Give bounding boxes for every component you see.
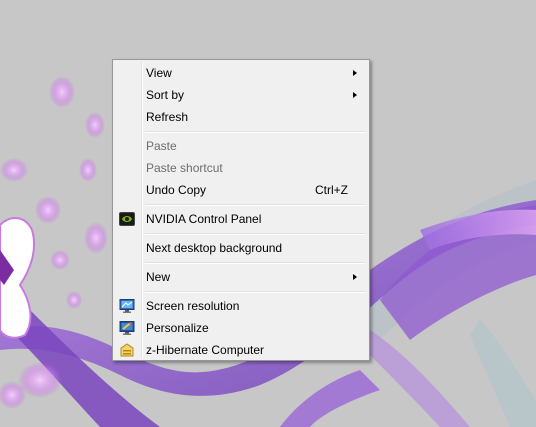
submenu-arrow-icon <box>353 274 357 280</box>
menu-separator <box>115 201 367 208</box>
menu-item-shortcut: Ctrl+Z <box>315 183 348 197</box>
menu-item-paste-shortcut: Paste shortcut <box>115 157 367 179</box>
menu-item-personalize[interactable]: Personalize <box>115 317 367 339</box>
menu-item-label: Refresh <box>146 110 189 124</box>
menu-item-label: View <box>146 66 172 80</box>
menu-item-label: Paste shortcut <box>146 161 223 175</box>
menu-separator <box>115 128 367 135</box>
menu-item-label: Screen resolution <box>146 299 240 313</box>
menu-item-label: z-Hibernate Computer <box>146 343 265 357</box>
nvidia-icon <box>119 212 135 226</box>
menu-item-nvidia-control-panel[interactable]: NVIDIA Control Panel <box>115 208 367 230</box>
menu-item-refresh[interactable]: Refresh <box>115 106 367 128</box>
submenu-arrow-icon <box>353 92 357 98</box>
menu-item-next-desktop-background[interactable]: Next desktop background <box>115 237 367 259</box>
menu-item-label: New <box>146 270 171 284</box>
screen-resolution-icon <box>119 299 135 313</box>
menu-item-label: Sort by <box>146 88 185 102</box>
menu-item-label: Personalize <box>146 321 209 335</box>
menu-item-sort-by[interactable]: Sort by <box>115 84 367 106</box>
menu-item-label: Next desktop background <box>146 241 283 255</box>
menu-item-label: NVIDIA Control Panel <box>146 212 262 226</box>
menu-item-undo-copy[interactable]: Undo Copy Ctrl+Z <box>115 179 367 201</box>
menu-item-z-hibernate-computer[interactable]: z-Hibernate Computer <box>115 339 367 361</box>
personalize-icon <box>119 321 135 335</box>
menu-item-screen-resolution[interactable]: Screen resolution <box>115 295 367 317</box>
menu-item-paste: Paste <box>115 135 367 157</box>
menu-item-new[interactable]: New <box>115 266 367 288</box>
desktop-context-menu: View Sort by Refresh Paste Paste shortcu… <box>112 59 370 361</box>
menu-separator <box>115 288 367 295</box>
menu-item-label: Paste <box>146 139 177 153</box>
hibernate-icon <box>120 343 134 357</box>
menu-separator <box>115 259 367 266</box>
desktop[interactable]: View Sort by Refresh Paste Paste shortcu… <box>0 0 536 427</box>
menu-separator <box>115 230 367 237</box>
menu-item-label: Undo Copy <box>146 183 207 197</box>
submenu-arrow-icon <box>353 70 357 76</box>
menu-item-view[interactable]: View <box>115 62 367 84</box>
